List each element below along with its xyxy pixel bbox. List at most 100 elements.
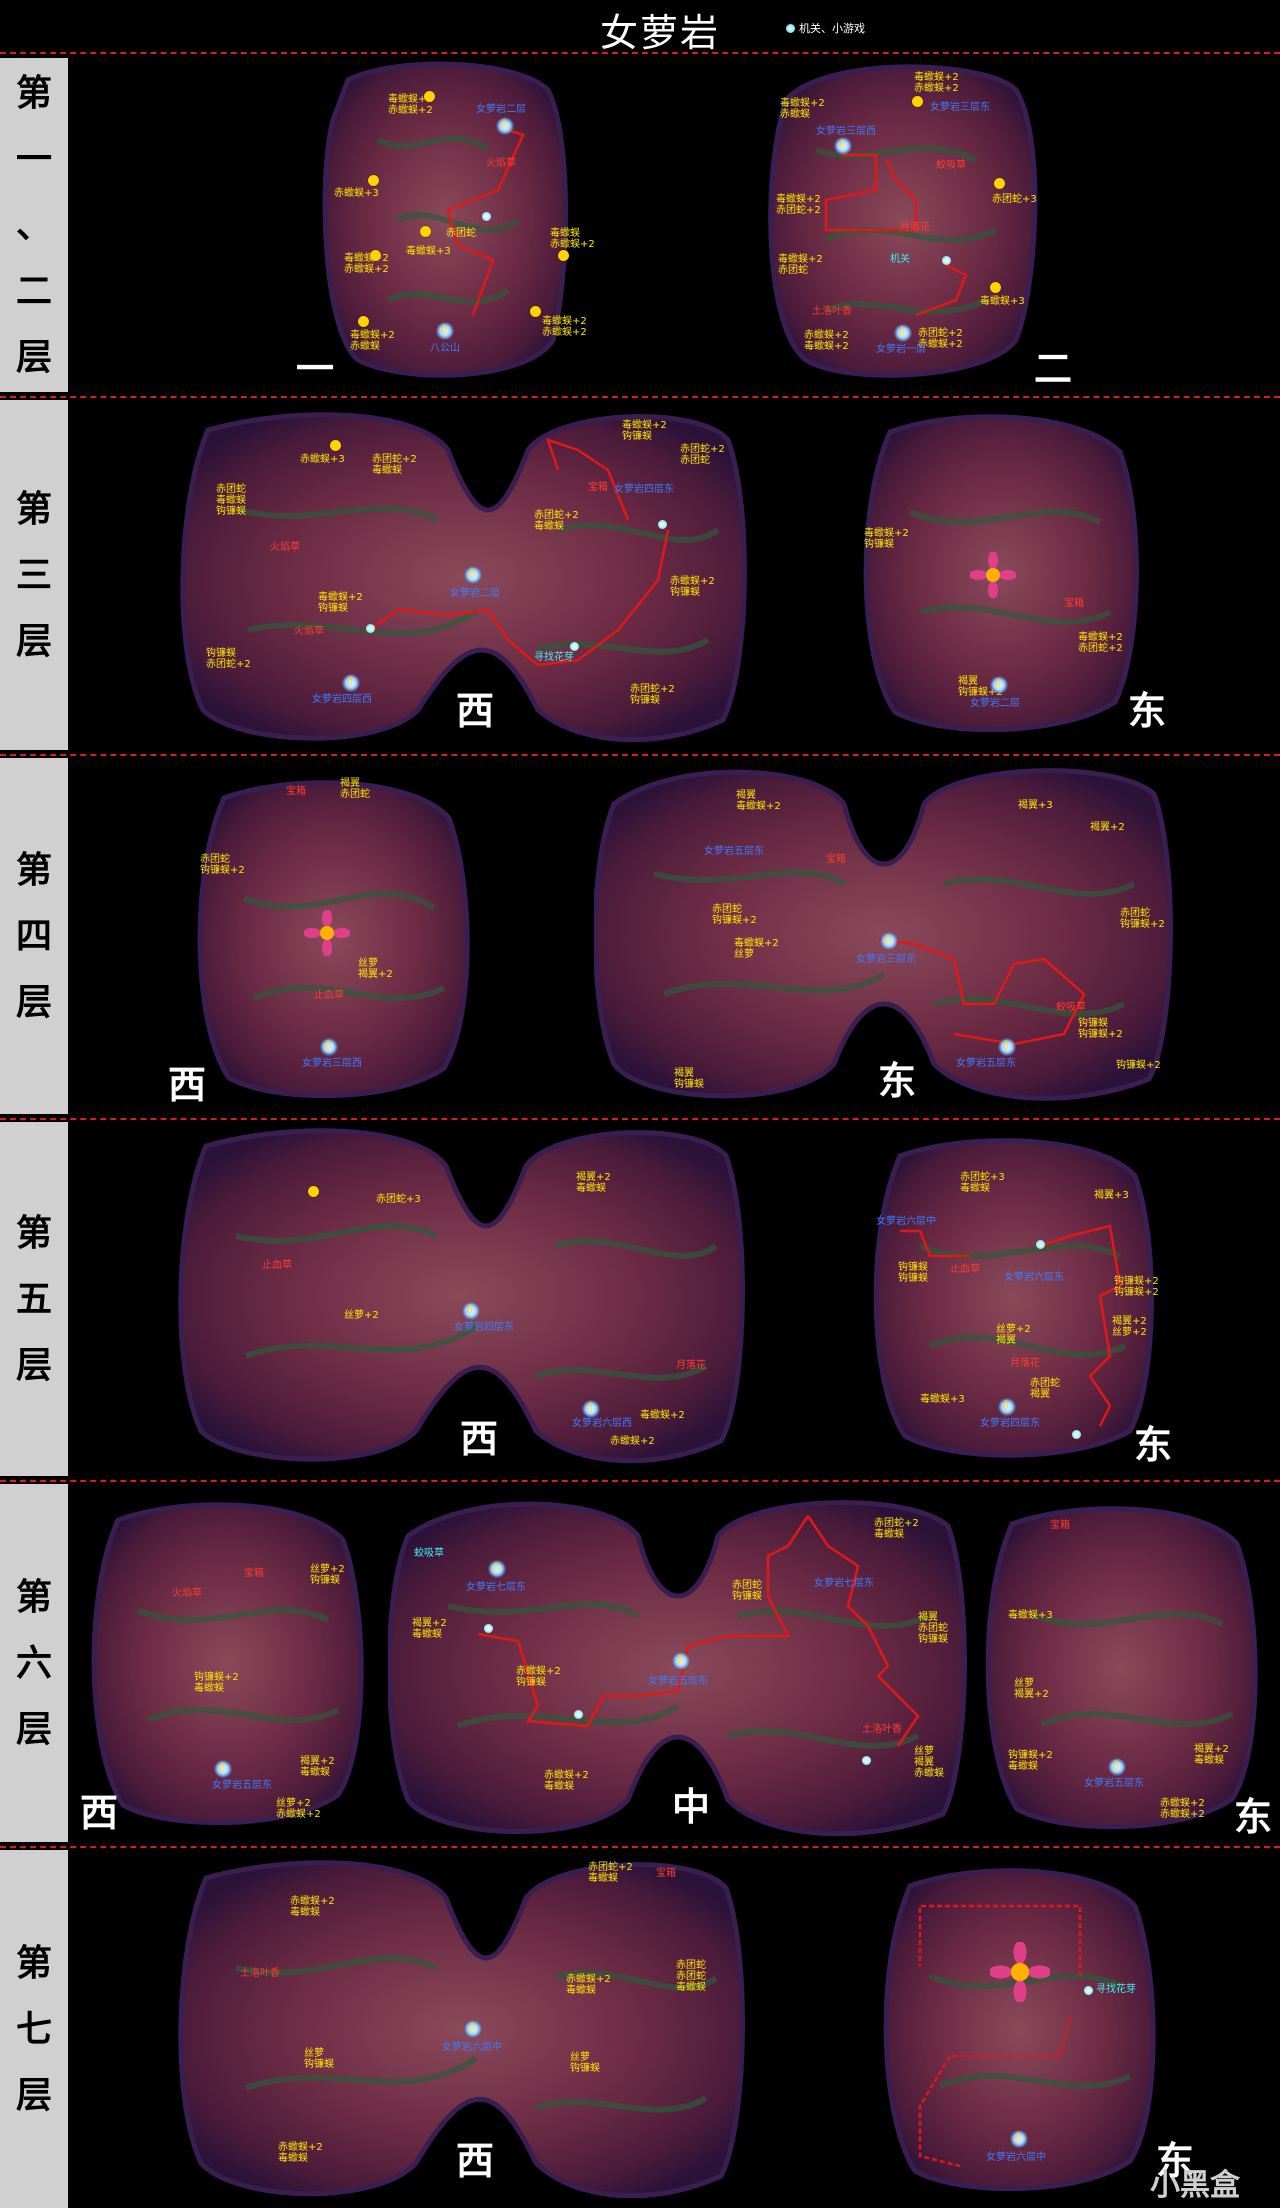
exit-label[interactable]: 女萝岩五层东 bbox=[704, 846, 764, 857]
floor-label-7: 第 七 层 bbox=[0, 1850, 68, 2208]
mob-label: 赤团蛇 bbox=[918, 1623, 948, 1634]
portal-icon[interactable] bbox=[342, 674, 360, 692]
portal-icon[interactable] bbox=[1010, 2130, 1028, 2148]
exit-label[interactable]: 女萝岩四层东 bbox=[454, 1322, 514, 1333]
monster-icon bbox=[330, 440, 341, 451]
exit-label[interactable]: 女萝岩六层中 bbox=[442, 2042, 502, 2053]
orb-icon[interactable] bbox=[366, 624, 375, 633]
exit-label[interactable]: 女萝岩四层东 bbox=[980, 1418, 1040, 1429]
mob-label: 毒蠍蜈+2 bbox=[804, 341, 849, 352]
mob-label: 钩镰蜈 bbox=[918, 1634, 948, 1645]
portal-icon[interactable] bbox=[672, 1652, 690, 1670]
mob-label: 褐翼 bbox=[674, 1068, 694, 1079]
region-label: 中 bbox=[672, 1784, 711, 1829]
portal-icon[interactable] bbox=[320, 1038, 338, 1056]
mechanism-label[interactable]: 蛟吸草 bbox=[414, 1548, 444, 1559]
orb-icon[interactable] bbox=[1036, 1240, 1045, 1249]
mob-label: 赤团蛇+2 bbox=[534, 510, 579, 521]
exit-label[interactable]: 女萝岩三层东 bbox=[856, 954, 916, 965]
watermark: 小黑盒 bbox=[1150, 2168, 1240, 2203]
mob-label: 褐翼 bbox=[918, 1612, 938, 1623]
floor-char: 第 bbox=[15, 849, 52, 891]
portal-icon[interactable] bbox=[462, 1302, 480, 1320]
mechanism-label[interactable]: 机关 bbox=[890, 254, 910, 265]
orb-icon[interactable] bbox=[1084, 1986, 1093, 1995]
mob-label: 毒蠍蜈+3 bbox=[980, 296, 1025, 307]
exit-label[interactable]: 女萝岩三层西 bbox=[816, 126, 876, 137]
exit-label[interactable]: 女萝岩六层西 bbox=[572, 1418, 632, 1429]
mob-label: 钩镰蜈 bbox=[898, 1273, 928, 1284]
portal-icon[interactable] bbox=[990, 676, 1008, 694]
orb-icon[interactable] bbox=[574, 1710, 583, 1719]
orb-icon[interactable] bbox=[862, 1756, 871, 1765]
orb-icon[interactable] bbox=[482, 212, 491, 221]
exit-label[interactable]: 女萝岩五层东 bbox=[648, 1676, 708, 1687]
portal-icon[interactable] bbox=[894, 324, 912, 342]
mob-label: 钩镰蜈+2 bbox=[1114, 1287, 1159, 1298]
portal-icon[interactable] bbox=[1108, 1758, 1126, 1776]
mechanism-label[interactable]: 寻找花芽 bbox=[534, 652, 574, 663]
mob-label: 毒蠍蜈+2 bbox=[1078, 632, 1123, 643]
exit-label[interactable]: 女萝岩六层中 bbox=[876, 1216, 936, 1227]
portal-icon[interactable] bbox=[496, 117, 514, 135]
portal-icon[interactable] bbox=[582, 1400, 600, 1418]
region-label: 东 bbox=[1234, 1794, 1273, 1839]
mob-label: 钩镰蜈+2 bbox=[1116, 1060, 1161, 1071]
npc-label: 宝箱 bbox=[1050, 1520, 1070, 1531]
mob-label: 赤团蛇+2 bbox=[874, 1518, 919, 1529]
exit-label[interactable]: 女萝岩五层东 bbox=[212, 1780, 272, 1791]
npc-label: 火焰草 bbox=[294, 626, 324, 637]
floor-char: 层 bbox=[15, 620, 52, 662]
exit-label[interactable]: 女萝岩二层 bbox=[476, 104, 526, 115]
portal-icon[interactable] bbox=[834, 137, 852, 155]
portal-icon[interactable] bbox=[998, 1038, 1016, 1056]
exit-label[interactable]: 女萝岩六层中 bbox=[986, 2152, 1046, 2163]
exit-label[interactable]: 女萝岩七层东 bbox=[814, 1578, 874, 1589]
mob-label: 毒蠍蜈+2 bbox=[776, 194, 821, 205]
flower-boss-icon[interactable] bbox=[990, 1942, 1050, 2002]
exit-label[interactable]: 女萝岩二层 bbox=[450, 588, 500, 599]
portal-icon[interactable] bbox=[214, 1760, 232, 1778]
flower-boss-icon[interactable] bbox=[304, 910, 350, 956]
portal-icon[interactable] bbox=[464, 566, 482, 584]
mechanism-label[interactable]: 寻找花芽 bbox=[1096, 1984, 1136, 1995]
npc-label: 月落花 bbox=[900, 222, 930, 233]
orb-icon[interactable] bbox=[1072, 1430, 1081, 1439]
exit-label[interactable]: 八公山 bbox=[430, 343, 460, 354]
monster-icon bbox=[558, 250, 569, 261]
mob-label: 毒蠍蜈+2 bbox=[344, 253, 389, 264]
portal-icon[interactable] bbox=[464, 2020, 482, 2038]
exit-label[interactable]: 女萝岩七层东 bbox=[466, 1582, 526, 1593]
exit-label[interactable]: 女萝岩三层西 bbox=[302, 1058, 362, 1069]
orb-icon bbox=[786, 23, 795, 33]
monster-icon bbox=[370, 250, 381, 261]
mob-label: 钩镰蜈 bbox=[864, 539, 894, 550]
portal-icon[interactable] bbox=[488, 1560, 506, 1578]
exit-label[interactable]: 女萝岩四层东 bbox=[614, 484, 674, 495]
portal-icon[interactable] bbox=[436, 322, 454, 340]
mob-label: 钩镰蜈 bbox=[622, 431, 652, 442]
exit-label[interactable]: 女萝岩五层东 bbox=[1084, 1778, 1144, 1789]
npc-label: 火焰草 bbox=[270, 542, 300, 553]
orb-icon[interactable] bbox=[658, 520, 667, 529]
flower-boss-icon[interactable] bbox=[970, 552, 1016, 598]
orb-icon[interactable] bbox=[942, 256, 951, 265]
monster-icon bbox=[990, 282, 1001, 293]
exit-label[interactable]: 女萝岩二层 bbox=[970, 698, 1020, 709]
exit-label[interactable]: 女萝岩四层西 bbox=[312, 694, 372, 705]
exit-label[interactable]: 女萝岩六层东 bbox=[1004, 1272, 1064, 1283]
region-label: 西 bbox=[460, 1416, 499, 1461]
legend: 机关、小游戏 bbox=[786, 20, 865, 36]
orb-icon[interactable] bbox=[484, 1624, 493, 1633]
exit-label[interactable]: 女萝岩一层 bbox=[876, 344, 926, 355]
mob-label: 赤蠍蜈+3 bbox=[300, 454, 345, 465]
mob-label: 毒蠍蜈+2 bbox=[864, 528, 909, 539]
mob-label: 赤团蛇 bbox=[1120, 908, 1150, 919]
exit-label[interactable]: 女萝岩三层东 bbox=[930, 102, 990, 113]
orb-icon[interactable] bbox=[570, 642, 579, 651]
mob-label: 钩镰蜈 bbox=[516, 1677, 546, 1688]
mob-label: 赤蠍蜈+3 bbox=[334, 188, 379, 199]
portal-icon[interactable] bbox=[880, 932, 898, 950]
exit-label[interactable]: 女萝岩五层东 bbox=[956, 1058, 1016, 1069]
portal-icon[interactable] bbox=[998, 1398, 1016, 1416]
